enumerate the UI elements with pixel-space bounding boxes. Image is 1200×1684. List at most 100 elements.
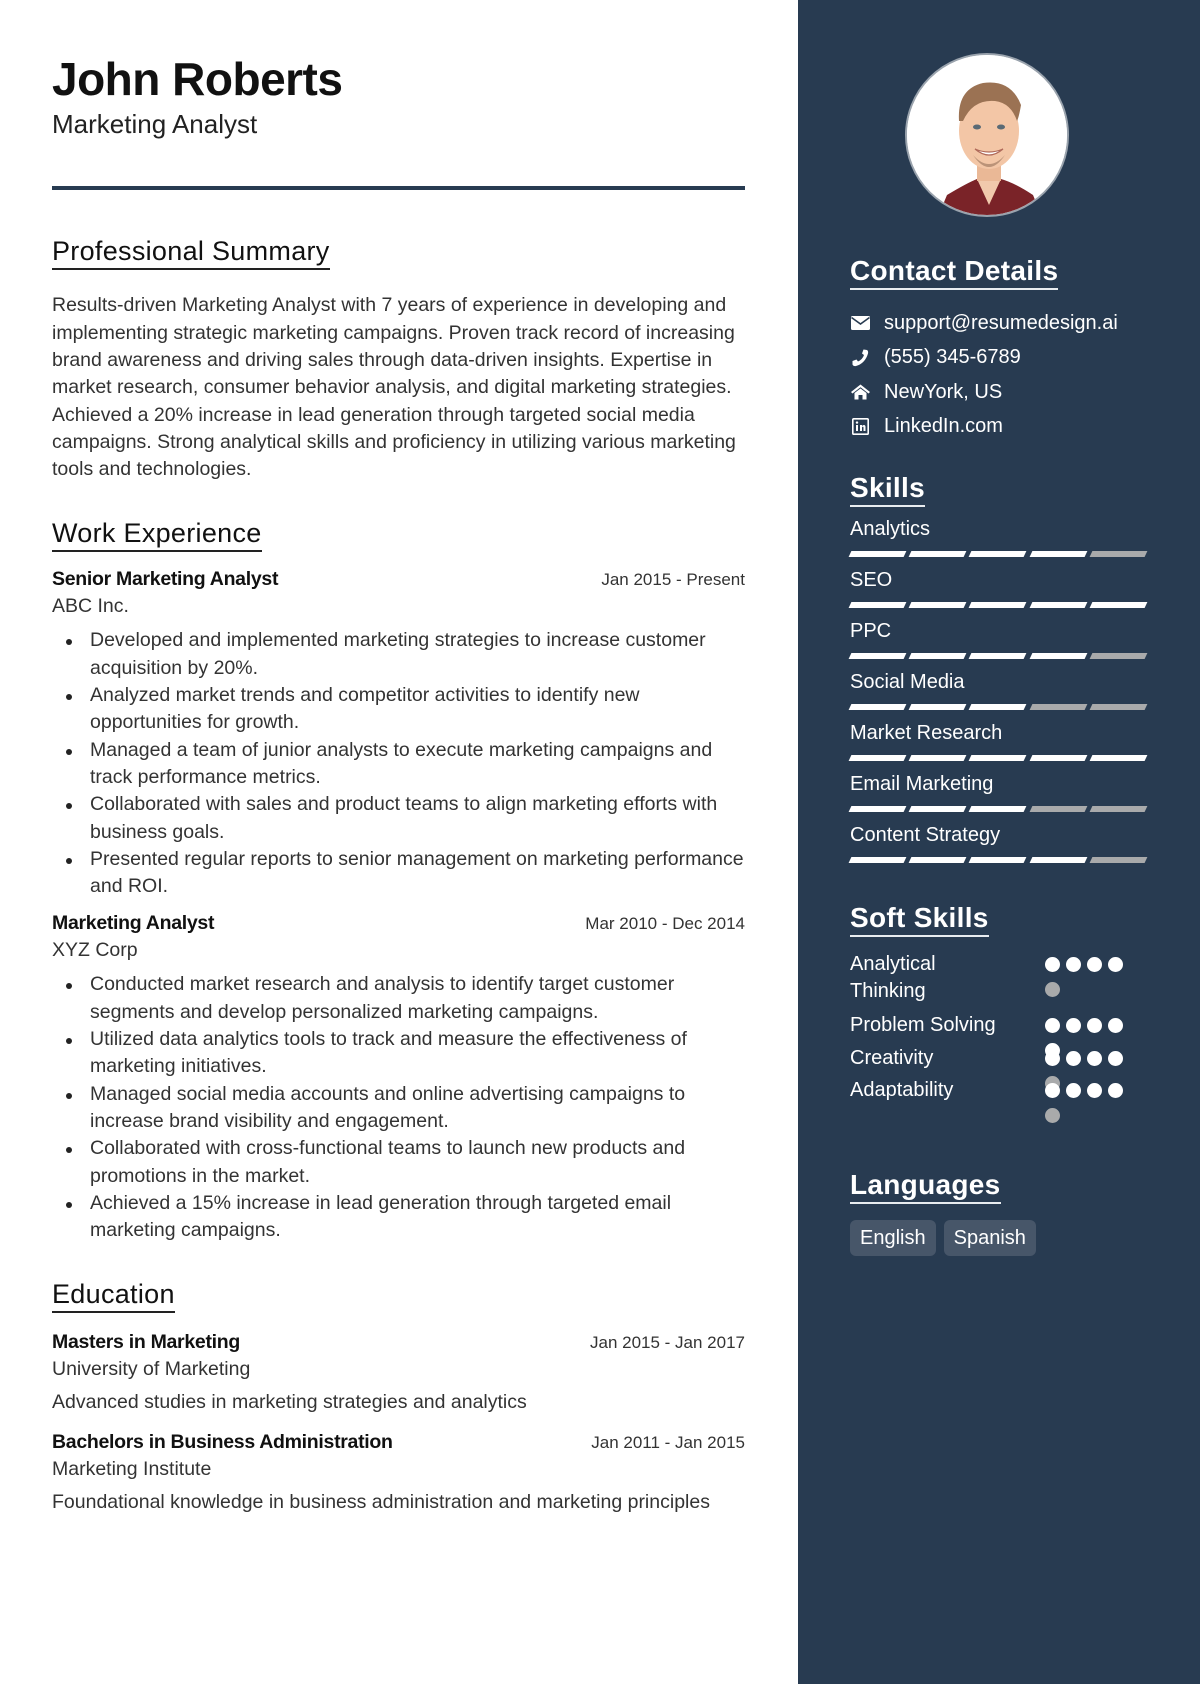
job-bullet: Managed a team of junior analysts to exe… [52, 737, 745, 792]
rating-dot-empty [1045, 982, 1060, 997]
skill-item: Content Strategy [848, 823, 1148, 864]
education-description: Foundational knowledge in business admin… [52, 1490, 710, 1513]
degree: Masters in Marketing [52, 1331, 240, 1354]
job-bullet: Utilized data analytics tools to track a… [52, 1026, 745, 1081]
job-company: ABC Inc. [52, 595, 129, 618]
skill-segment-filled [969, 551, 1028, 557]
summary-heading: Professional Summary [52, 236, 330, 271]
rating-dot-filled [1087, 1083, 1102, 1098]
skill-segment-empty [1089, 653, 1148, 659]
contact-location-text: NewYork, US [884, 380, 1003, 403]
contact-heading: Contact Details [850, 255, 1059, 290]
skill-label: Analytics [850, 518, 931, 540]
skill-item: SEO [848, 568, 1148, 609]
school: Marketing Institute [52, 1457, 212, 1480]
skill-segment-filled [908, 551, 967, 557]
education-heading: Education [52, 1279, 175, 1314]
soft-skill-label: Creativity [850, 1047, 934, 1069]
header-divider [52, 186, 745, 191]
rating-dot-filled [1108, 1051, 1123, 1066]
contact-phone[interactable]: (555) 345-6789 [850, 341, 1148, 376]
soft-skills-list: Analytical Thinking Problem Solving Creati… [850, 951, 1148, 1139]
languages-heading: Languages [850, 1169, 1001, 1204]
job-bullet: Managed social media accounts and online… [52, 1081, 745, 1136]
soft-skills-heading: Soft Skills [850, 902, 989, 937]
rating-dot-filled [1045, 1083, 1060, 1098]
skill-segment-filled [848, 653, 907, 659]
main-column: John Roberts Marketing Analyst Professio… [0, 0, 798, 1684]
education-entry: Masters in Marketing Jan 2015 - Jan 2017… [52, 1331, 745, 1416]
skill-segment-empty [1029, 806, 1088, 812]
skill-segment-filled [848, 806, 907, 812]
skill-segment-empty [1089, 704, 1148, 710]
skill-label: SEO [850, 569, 893, 591]
education-entry: Bachelors in Business Administration Jan… [52, 1431, 745, 1516]
skill-label: Email Marketing [850, 773, 994, 795]
rating-dot-filled [1108, 957, 1123, 972]
phone-icon [850, 348, 870, 368]
soft-skill-item: Problem Solving [850, 1012, 1123, 1058]
summary-text: Results-driven Marketing Analyst with 7 … [52, 294, 736, 481]
skill-segment-empty [1089, 551, 1148, 557]
job-title: Marketing Analyst [52, 912, 215, 935]
job-bullets: Conducted market research and analysis t… [52, 971, 745, 1244]
skill-segment-filled [848, 704, 907, 710]
languages-list: English Spanish [850, 1220, 1148, 1256]
skill-rating-bar [848, 551, 1148, 558]
skill-rating-bar [848, 653, 1148, 660]
rating-dot-filled [1108, 1083, 1123, 1098]
skill-segment-filled [848, 857, 907, 863]
rating-dot-filled [1045, 1051, 1060, 1066]
candidate-title: Marketing Analyst [52, 109, 258, 140]
rating-dot-filled [1087, 957, 1102, 972]
skill-segment-empty [1089, 806, 1148, 812]
rating-dot-filled [1087, 1051, 1102, 1066]
skill-rating-bar [848, 704, 1148, 711]
linkedin-icon [850, 417, 870, 437]
skill-item: Social Media [848, 670, 1148, 711]
education-date: Jan 2015 - Jan 2017 [589, 1333, 745, 1353]
rating-dot-filled [1066, 1083, 1081, 1098]
skill-segment-filled [1029, 755, 1088, 761]
skill-label: Content Strategy [850, 824, 1001, 846]
contact-email-text: support@resumedesign.ai [884, 311, 1118, 334]
job-company: XYZ Corp [52, 939, 138, 962]
contact-list: support@resumedesign.ai (555) 345-6789 N… [850, 306, 1148, 444]
rating-dot-filled [1087, 1018, 1102, 1033]
contact-email[interactable]: support@resumedesign.ai [850, 306, 1148, 341]
job-title: Senior Marketing Analyst [52, 568, 279, 591]
skill-item: Analytics [848, 517, 1148, 558]
degree: Bachelors in Business Administration [52, 1430, 393, 1453]
skill-item: Market Research [848, 721, 1148, 762]
skill-rating-bar [848, 806, 1148, 813]
candidate-name: John Roberts [52, 53, 343, 105]
skill-segment-filled [1029, 551, 1088, 557]
soft-skill-item: Adaptability [850, 1077, 1123, 1123]
job-bullet: Achieved a 15% increase in lead generati… [52, 1190, 745, 1245]
person-portrait-icon [907, 55, 1067, 215]
skill-item: PPC [848, 619, 1148, 660]
skill-segment-filled [969, 653, 1028, 659]
language-pill: Spanish [943, 1220, 1036, 1256]
home-icon [850, 382, 870, 402]
skill-segment-filled [969, 704, 1028, 710]
skill-segment-filled [848, 602, 907, 608]
skill-segment-filled [908, 704, 967, 710]
skill-segment-filled [908, 602, 967, 608]
skill-segment-filled [969, 602, 1028, 608]
skill-rating-bar [848, 857, 1148, 864]
contact-linkedin-text: LinkedIn.com [884, 415, 1003, 438]
job-date: Jan 2015 - Present [601, 570, 745, 590]
rating-dot-filled [1066, 1018, 1081, 1033]
language-pill: English [850, 1220, 936, 1256]
job-bullet: Presented regular reports to senior mana… [52, 846, 745, 901]
skill-label: PPC [850, 620, 892, 642]
contact-linkedin[interactable]: LinkedIn.com [850, 410, 1148, 445]
rating-dot-filled [1045, 957, 1060, 972]
skill-segment-filled [908, 755, 967, 761]
skill-item: Email Marketing [848, 772, 1148, 813]
job-bullet: Analyzed market trends and competitor ac… [52, 682, 745, 737]
skill-rating-bar [848, 602, 1148, 609]
soft-skill-label: Analytical Thinking [850, 953, 936, 1002]
skill-label: Social Media [850, 671, 965, 693]
